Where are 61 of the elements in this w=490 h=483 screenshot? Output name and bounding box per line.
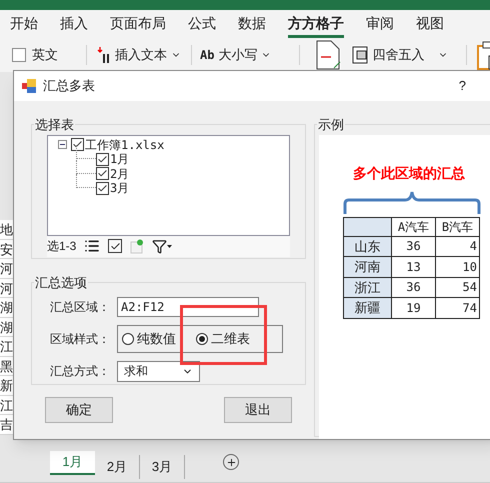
table-cell: 4 (436, 236, 480, 256)
method-label: 汇总方式： (50, 363, 111, 380)
table-cell: 36 (392, 236, 436, 256)
ribbon-tab[interactable]: 视图 (416, 11, 444, 38)
list-icon[interactable] (84, 238, 100, 254)
dialog-button[interactable]: 退出 (224, 397, 292, 423)
checkbox[interactable] (96, 182, 109, 195)
add-sheet-icon[interactable] (223, 454, 239, 470)
radio-button[interactable] (196, 332, 208, 344)
range-field[interactable]: A2:F12 (117, 296, 259, 316)
column-header: A汽车 (392, 217, 436, 236)
table-cell: 10 (436, 256, 480, 277)
app-icon (22, 79, 36, 93)
tree-view[interactable]: 工作簿1.xlsx 1月 2月 3月 (47, 134, 290, 236)
table-cell: 74 (436, 298, 480, 318)
checkbox[interactable] (71, 138, 84, 152)
column-header: B汽车 (436, 217, 480, 236)
checkbox[interactable] (96, 152, 109, 166)
ribbon-tab[interactable]: 数据 (238, 11, 266, 38)
table-cell: 19 (392, 298, 436, 318)
range-label: 汇总区域： (50, 298, 111, 316)
checkbox[interactable] (12, 48, 26, 62)
insert-text-button[interactable]: 插入文本 (87, 45, 192, 65)
insert-text-icon (97, 46, 111, 64)
radio-label: 二维表 (211, 330, 250, 348)
round-button[interactable]: 四舍五入 (352, 45, 468, 65)
case-button[interactable]: Ab 大小写 (192, 45, 300, 65)
row-header: 河南 (344, 256, 392, 277)
sheet-tab[interactable]: 3月 (140, 455, 185, 479)
table-icon (352, 46, 368, 64)
ribbon-tab[interactable]: 页面布局 (110, 11, 166, 38)
ribbon-tab[interactable]: 插入 (60, 11, 88, 38)
selection-count: 选1-3 (47, 238, 76, 255)
row-header: 浙江 (344, 277, 392, 298)
ribbon-tab[interactable]: 开始 (10, 11, 38, 38)
new-document-icon[interactable] (130, 238, 144, 254)
table-cell: 54 (436, 277, 480, 298)
example-caption: 多个此区域的汇总 (352, 164, 466, 182)
filter-icon[interactable] (152, 238, 172, 254)
help-button[interactable]: ? (458, 76, 466, 96)
table-cell: 36 (392, 277, 436, 298)
dialog-button[interactable]: 确定 (45, 397, 113, 423)
group-title: 选择表 (34, 116, 75, 134)
ribbon-tab[interactable]: 审阅 (366, 11, 394, 38)
check-all-icon[interactable] (108, 239, 122, 253)
style-label: 区域样式： (50, 330, 111, 348)
radio-button[interactable] (122, 332, 134, 344)
radio-label: 纯数值 (137, 330, 176, 348)
dialog-title: 汇总多表 (43, 77, 95, 96)
sheet-tab[interactable]: 2月 (95, 455, 140, 479)
method-dropdown[interactable]: 求和 (117, 360, 200, 382)
ribbon-tab[interactable]: 公式 (188, 11, 216, 38)
group-title: 汇总选项 (34, 274, 88, 292)
row-header: 新疆 (344, 298, 392, 318)
sheet-tab[interactable]: 1月 (50, 451, 95, 475)
collapse-icon[interactable] (58, 140, 67, 150)
checkbox-label: 英文 (32, 46, 58, 64)
checkbox[interactable] (96, 167, 109, 180)
group-title: 示例 (317, 116, 345, 134)
table-cell: 13 (392, 256, 436, 277)
row-header: 山东 (344, 236, 392, 256)
